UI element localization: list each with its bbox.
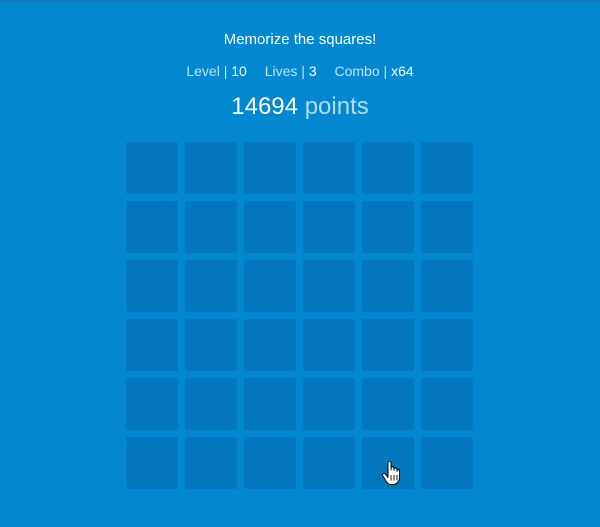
score-display: 14694 points [0, 92, 600, 122]
lives-separator: | [301, 63, 305, 79]
board-tile-r3-c1[interactable] [126, 260, 178, 312]
lives-label: Lives [264, 63, 298, 79]
board-tile-r4-c6[interactable] [421, 319, 473, 371]
board-tile-r2-c6[interactable] [421, 201, 473, 253]
stats-bar: Level | 10 Lives | 3 Combo | x64 [0, 62, 600, 80]
board-tile-r5-c4[interactable] [303, 378, 355, 430]
level-label: Level [186, 63, 220, 79]
board-tile-r6-c6[interactable] [421, 437, 473, 489]
board-tile-r4-c2[interactable] [185, 319, 237, 371]
combo-value: x64 [391, 63, 414, 79]
board-tile-r3-c6[interactable] [421, 260, 473, 312]
board-tile-r1-c6[interactable] [421, 142, 473, 194]
combo-separator: | [383, 63, 388, 79]
board-tile-r2-c3[interactable] [244, 201, 296, 253]
board-tile-r4-c4[interactable] [303, 319, 355, 371]
board-tile-r3-c3[interactable] [244, 260, 296, 312]
score-unit: points [304, 93, 369, 120]
board-tile-r5-c5[interactable] [362, 378, 414, 430]
level-separator: | [223, 63, 228, 79]
board-tile-r3-c5[interactable] [362, 260, 414, 312]
top-edge [0, 0, 600, 2]
board-tile-r5-c1[interactable] [126, 378, 178, 430]
board-tile-r2-c2[interactable] [185, 201, 237, 253]
board-tile-r1-c3[interactable] [244, 142, 296, 194]
board-tile-r6-c3[interactable] [244, 437, 296, 489]
board-tile-r4-c3[interactable] [244, 319, 296, 371]
board-tile-r6-c1[interactable] [126, 437, 178, 489]
instruction-text: Memorize the squares! [223, 31, 377, 48]
board-tile-r6-c2[interactable] [185, 437, 237, 489]
score-value: 14694 [231, 93, 299, 120]
board-tile-r6-c5[interactable] [362, 437, 414, 489]
lives-stat: Lives | 3 [265, 62, 317, 80]
board-tile-r1-c4[interactable] [303, 142, 355, 194]
game-board [126, 142, 477, 493]
board-tile-r5-c6[interactable] [421, 378, 473, 430]
board-tile-r2-c4[interactable] [303, 201, 355, 253]
board-tile-r5-c2[interactable] [185, 378, 237, 430]
combo-stat: Combo | x64 [335, 62, 414, 80]
board-tile-r5-c3[interactable] [244, 378, 296, 430]
board-tile-r3-c4[interactable] [303, 260, 355, 312]
board-tile-r6-c4[interactable] [303, 437, 355, 489]
board-tile-r2-c1[interactable] [126, 201, 178, 253]
board-tile-r1-c5[interactable] [362, 142, 414, 194]
level-value: 10 [231, 63, 247, 79]
board-tile-r4-c5[interactable] [362, 319, 414, 371]
combo-label: Combo [334, 63, 380, 79]
level-stat: Level | 10 [186, 62, 246, 80]
board-tile-r3-c2[interactable] [185, 260, 237, 312]
board-tile-r2-c5[interactable] [362, 201, 414, 253]
board-tile-r4-c1[interactable] [126, 319, 178, 371]
board-tile-r1-c2[interactable] [185, 142, 237, 194]
lives-value: 3 [308, 63, 317, 79]
board-tile-r1-c1[interactable] [126, 142, 178, 194]
